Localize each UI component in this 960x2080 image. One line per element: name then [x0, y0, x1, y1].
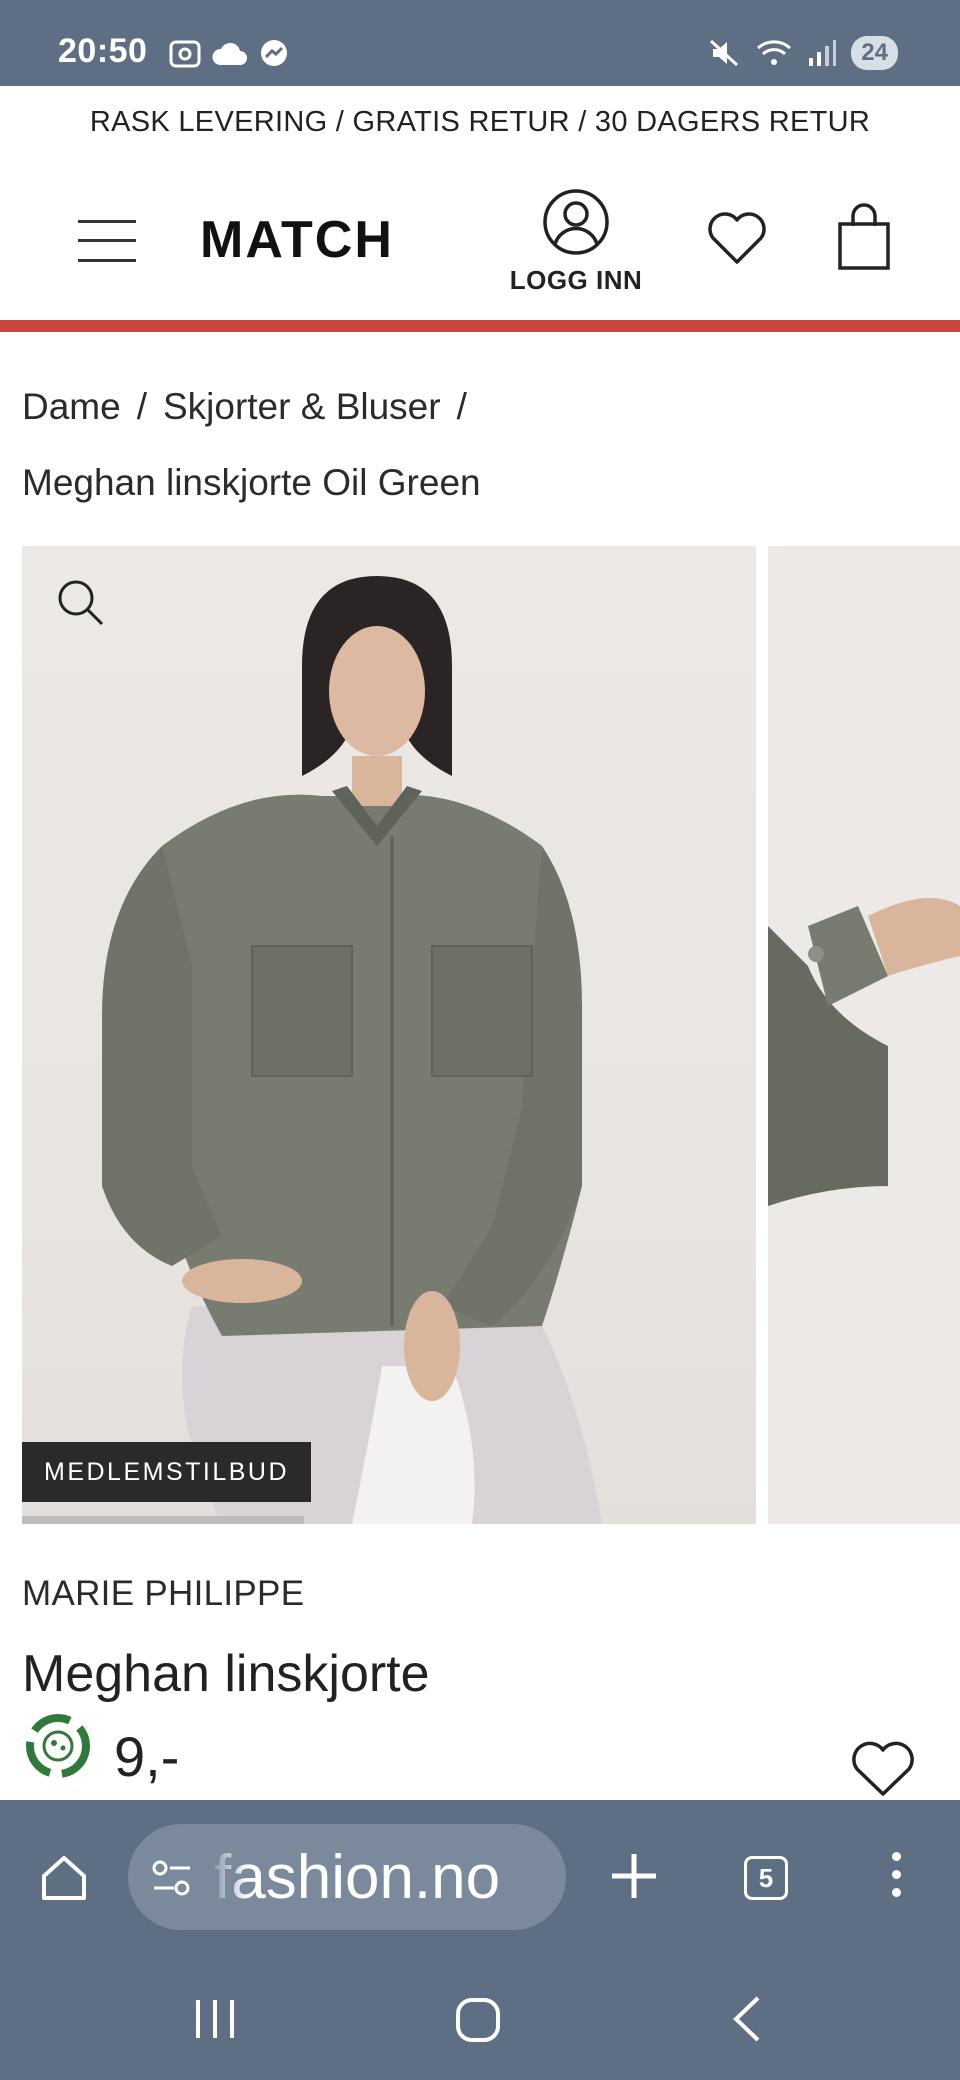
url-fade: [208, 1824, 248, 1930]
menu-hamburger-icon[interactable]: [78, 218, 138, 264]
system-navigation-bar: [0, 1960, 960, 2080]
breadcrumb-separator: /: [136, 386, 147, 427]
header-accent-line: [0, 320, 960, 332]
promo-banner: RASK LEVERING / GRATIS RETUR / 30 DAGERS…: [89, 105, 871, 138]
battery-icon: 24: [851, 36, 898, 70]
address-url: fashion.no: [214, 1843, 501, 1912]
back-icon[interactable]: [728, 1994, 768, 2044]
tab-switcher-button[interactable]: 5: [744, 1856, 788, 1900]
status-bar: 20:50 24: [0, 0, 960, 86]
status-icons-left: [168, 38, 290, 70]
favorite-heart-icon[interactable]: [850, 1740, 916, 1798]
sleeve-detail-illustration: [768, 898, 960, 1206]
zoom-icon[interactable]: [56, 578, 106, 628]
product-brand[interactable]: MARIE PHILIPPE: [22, 1574, 304, 1614]
signal-icon: [809, 40, 837, 66]
product-price: 9,-: [114, 1725, 180, 1788]
product-image-next[interactable]: [768, 546, 960, 1524]
screenshot-icon: [169, 40, 201, 68]
mute-icon: [710, 39, 739, 67]
eco-recycle-icon: [26, 1714, 90, 1778]
browser-home-icon[interactable]: [38, 1852, 90, 1904]
site-header: MATCH LOGG INN: [0, 158, 960, 320]
status-icons-right: 24: [709, 36, 898, 70]
breadcrumb-separator: /: [456, 386, 467, 427]
address-bar[interactable]: fashion.no: [128, 1824, 566, 1930]
recent-apps-icon[interactable]: [192, 1996, 238, 2042]
site-settings-icon[interactable]: [150, 1858, 194, 1898]
system-home-icon[interactable]: [454, 1996, 502, 2044]
user-icon: [543, 189, 609, 255]
breadcrumb: Dame / Skjorter & Bluser /: [22, 386, 483, 428]
wishlist-heart-icon[interactable]: [706, 210, 768, 266]
breadcrumb-current: Meghan linskjorte Oil Green: [22, 462, 481, 503]
site-logo[interactable]: MATCH: [200, 210, 394, 270]
wifi-icon: [757, 40, 792, 65]
model-illustration: [102, 576, 602, 1524]
messenger-icon: [261, 40, 287, 66]
login-label: LOGG INN: [509, 265, 643, 295]
browser-menu-icon[interactable]: [888, 1852, 904, 1906]
new-tab-plus-icon[interactable]: [608, 1846, 660, 1906]
breadcrumb-item-skjorter[interactable]: Skjorter & Bluser: [163, 386, 441, 427]
cloud-icon: [212, 42, 247, 65]
member-offer-badge: MEDLEMSTILBUD: [22, 1442, 312, 1502]
product-title: Meghan linskjorte: [22, 1645, 430, 1703]
browser-toolbar: fashion.no 5: [0, 1800, 960, 1960]
breadcrumb-item-dame[interactable]: Dame: [22, 386, 121, 427]
gallery-progress-indicator: [22, 1516, 304, 1524]
login-button[interactable]: LOGG INN: [506, 188, 646, 296]
status-time: 20:50: [58, 32, 148, 70]
shopping-bag-icon[interactable]: [836, 202, 892, 272]
product-image-main[interactable]: MEDLEMSTILBUD: [22, 546, 756, 1524]
product-gallery[interactable]: MEDLEMSTILBUD: [22, 546, 960, 1524]
